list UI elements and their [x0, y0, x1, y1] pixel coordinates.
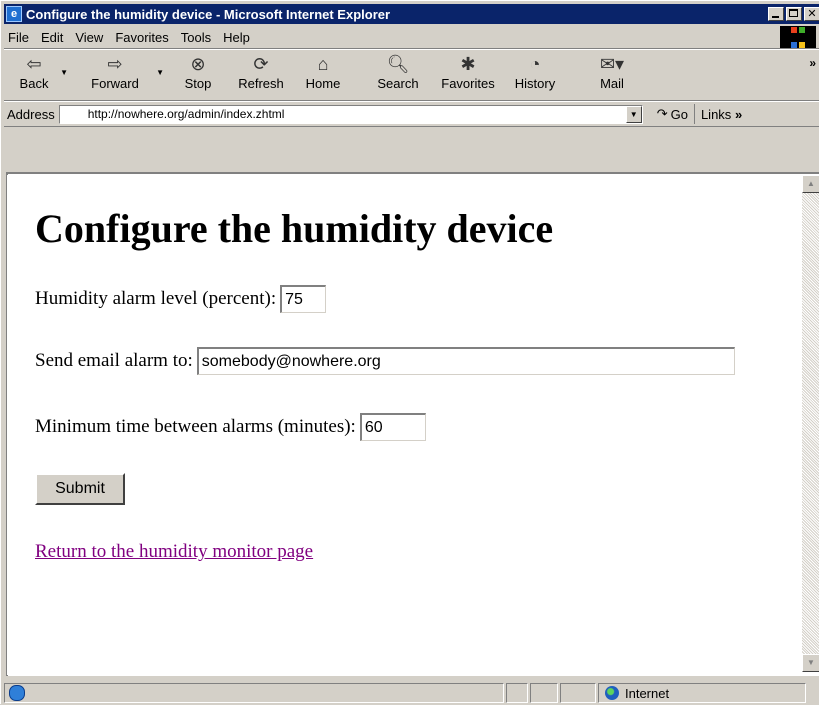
status-pane-2: [530, 683, 558, 703]
humidity-label: Humidity alarm level (percent):: [35, 288, 277, 309]
menu-view[interactable]: View: [71, 30, 111, 45]
stop-icon: ⊗: [190, 54, 206, 74]
vertical-scrollbar[interactable]: ▲ ▼: [802, 175, 819, 672]
search-icon: 🔍︎: [386, 54, 410, 74]
security-zone-label: Internet: [625, 685, 670, 701]
forward-button[interactable]: ⇨ Forward ▼: [72, 50, 164, 96]
status-pane-3: [560, 683, 596, 703]
interval-label: Minimum time between alarms (minutes):: [35, 416, 356, 437]
address-bar: Address http://nowhere.org/admin/index.z…: [4, 101, 819, 127]
forward-arrow-icon: ⇨: [107, 54, 123, 74]
menu-tools[interactable]: Tools: [177, 30, 219, 45]
close-button[interactable]: ✕: [804, 7, 819, 21]
refresh-button[interactable]: ⟳ Refresh: [228, 50, 294, 96]
submit-button[interactable]: Submit: [35, 473, 125, 505]
security-zone-pane: Internet: [598, 683, 806, 703]
scroll-up-icon[interactable]: ▲: [802, 175, 819, 193]
back-dropdown-icon[interactable]: ▼: [60, 68, 68, 77]
stop-button[interactable]: ⊗ Stop: [168, 50, 228, 96]
back-button[interactable]: ⇦ Back ▼: [4, 50, 68, 96]
windows-logo-icon: [780, 26, 816, 48]
address-label: Address: [7, 106, 55, 122]
email-row: Send email alarm to:: [35, 347, 735, 375]
refresh-icon: ⟳: [253, 54, 269, 74]
status-bar: Internet: [4, 681, 819, 705]
home-button[interactable]: ⌂ Home: [294, 50, 352, 96]
humidity-level-input[interactable]: [280, 285, 327, 313]
scroll-down-icon[interactable]: ▼: [802, 654, 819, 672]
page-content: Configure the humidity device Humidity a…: [7, 175, 802, 675]
window-title: Configure the humidity device - Microsof…: [26, 6, 391, 22]
mail-button[interactable]: ✉▾ Mail: [582, 50, 642, 96]
history-icon: ◔: [529, 54, 541, 74]
menu-edit[interactable]: Edit: [37, 30, 71, 45]
links-chevron-icon: »: [734, 106, 743, 122]
menu-bar: File Edit View Favorites Tools Help: [4, 26, 819, 49]
status-pane-1: [506, 683, 528, 703]
title-bar[interactable]: e Configure the humidity device - Micros…: [4, 4, 819, 24]
browser-window: e Configure the humidity device - Micros…: [0, 0, 819, 704]
menu-file[interactable]: File: [4, 30, 37, 45]
email-label: Send email alarm to:: [35, 350, 193, 371]
address-url: http://nowhere.org/admin/index.zhtml: [87, 107, 285, 121]
return-link[interactable]: Return to the humidity monitor page: [35, 541, 313, 563]
maximize-button[interactable]: [786, 7, 802, 21]
favorites-icon: ✱: [460, 54, 476, 74]
minimize-button[interactable]: [768, 7, 784, 21]
menu-help[interactable]: Help: [219, 30, 258, 45]
internet-globe-icon: [605, 686, 619, 700]
go-button[interactable]: ↷ Go: [651, 104, 695, 124]
home-icon: ⌂: [317, 54, 329, 74]
search-button[interactable]: 🔍︎ Search: [364, 50, 432, 96]
status-message-pane: [4, 683, 504, 703]
email-input[interactable]: [196, 347, 735, 375]
history-button[interactable]: ◔ History: [504, 50, 566, 96]
page-heading: Configure the humidity device: [35, 206, 554, 251]
mail-icon: ✉▾: [599, 54, 625, 74]
standard-toolbar: ⇦ Back ▼ ⇨ Forward ▼ ⊗ Stop ⟳ Refresh ⌂ …: [4, 49, 819, 101]
interval-row: Minimum time between alarms (minutes):: [35, 413, 426, 441]
page-loaded-icon: [9, 685, 25, 701]
go-arrow-icon: ↷: [656, 106, 668, 121]
forward-dropdown-icon[interactable]: ▼: [156, 68, 164, 77]
interval-input[interactable]: [359, 413, 426, 441]
favorites-button[interactable]: ✱ Favorites: [432, 50, 504, 96]
humidity-row: Humidity alarm level (percent):: [35, 285, 327, 313]
links-button[interactable]: Links »: [701, 107, 742, 122]
address-input[interactable]: http://nowhere.org/admin/index.zhtml ▼: [58, 104, 643, 124]
toolbar-overflow-chevron-icon[interactable]: »: [809, 56, 816, 70]
menu-favorites[interactable]: Favorites: [111, 30, 176, 45]
back-arrow-icon: ⇦: [26, 54, 42, 74]
address-dropdown-icon[interactable]: ▼: [625, 105, 642, 123]
ie-logo-icon: e: [6, 6, 22, 22]
